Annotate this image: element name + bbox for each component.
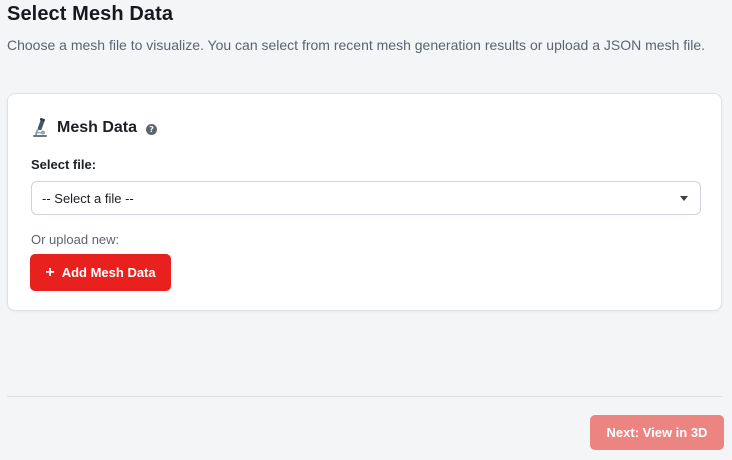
- page-title: Select Mesh Data: [7, 3, 174, 25]
- card-header: Mesh Data ?: [31, 117, 158, 139]
- add-mesh-data-button[interactable]: + Add Mesh Data: [30, 254, 171, 291]
- select-file-label: Select file:: [31, 157, 97, 172]
- chevron-down-icon: [680, 196, 688, 201]
- microscope-icon: [31, 117, 49, 138]
- page-description: Choose a mesh file to visualize. You can…: [7, 37, 706, 53]
- footer-divider: [7, 396, 722, 397]
- file-select-value: -- Select a file --: [42, 191, 134, 206]
- question-circle-icon[interactable]: ?: [146, 124, 158, 135]
- file-select[interactable]: -- Select a file --: [31, 181, 701, 215]
- add-mesh-data-label: Add Mesh Data: [61, 265, 156, 280]
- mesh-data-card: Mesh Data ? Select file: -- Select a fil…: [7, 93, 722, 311]
- upload-label: Or upload new:: [31, 232, 120, 247]
- card-title: Mesh Data: [57, 119, 138, 136]
- next-view-3d-button[interactable]: Next: View in 3D: [590, 415, 724, 450]
- plus-icon: +: [45, 264, 55, 281]
